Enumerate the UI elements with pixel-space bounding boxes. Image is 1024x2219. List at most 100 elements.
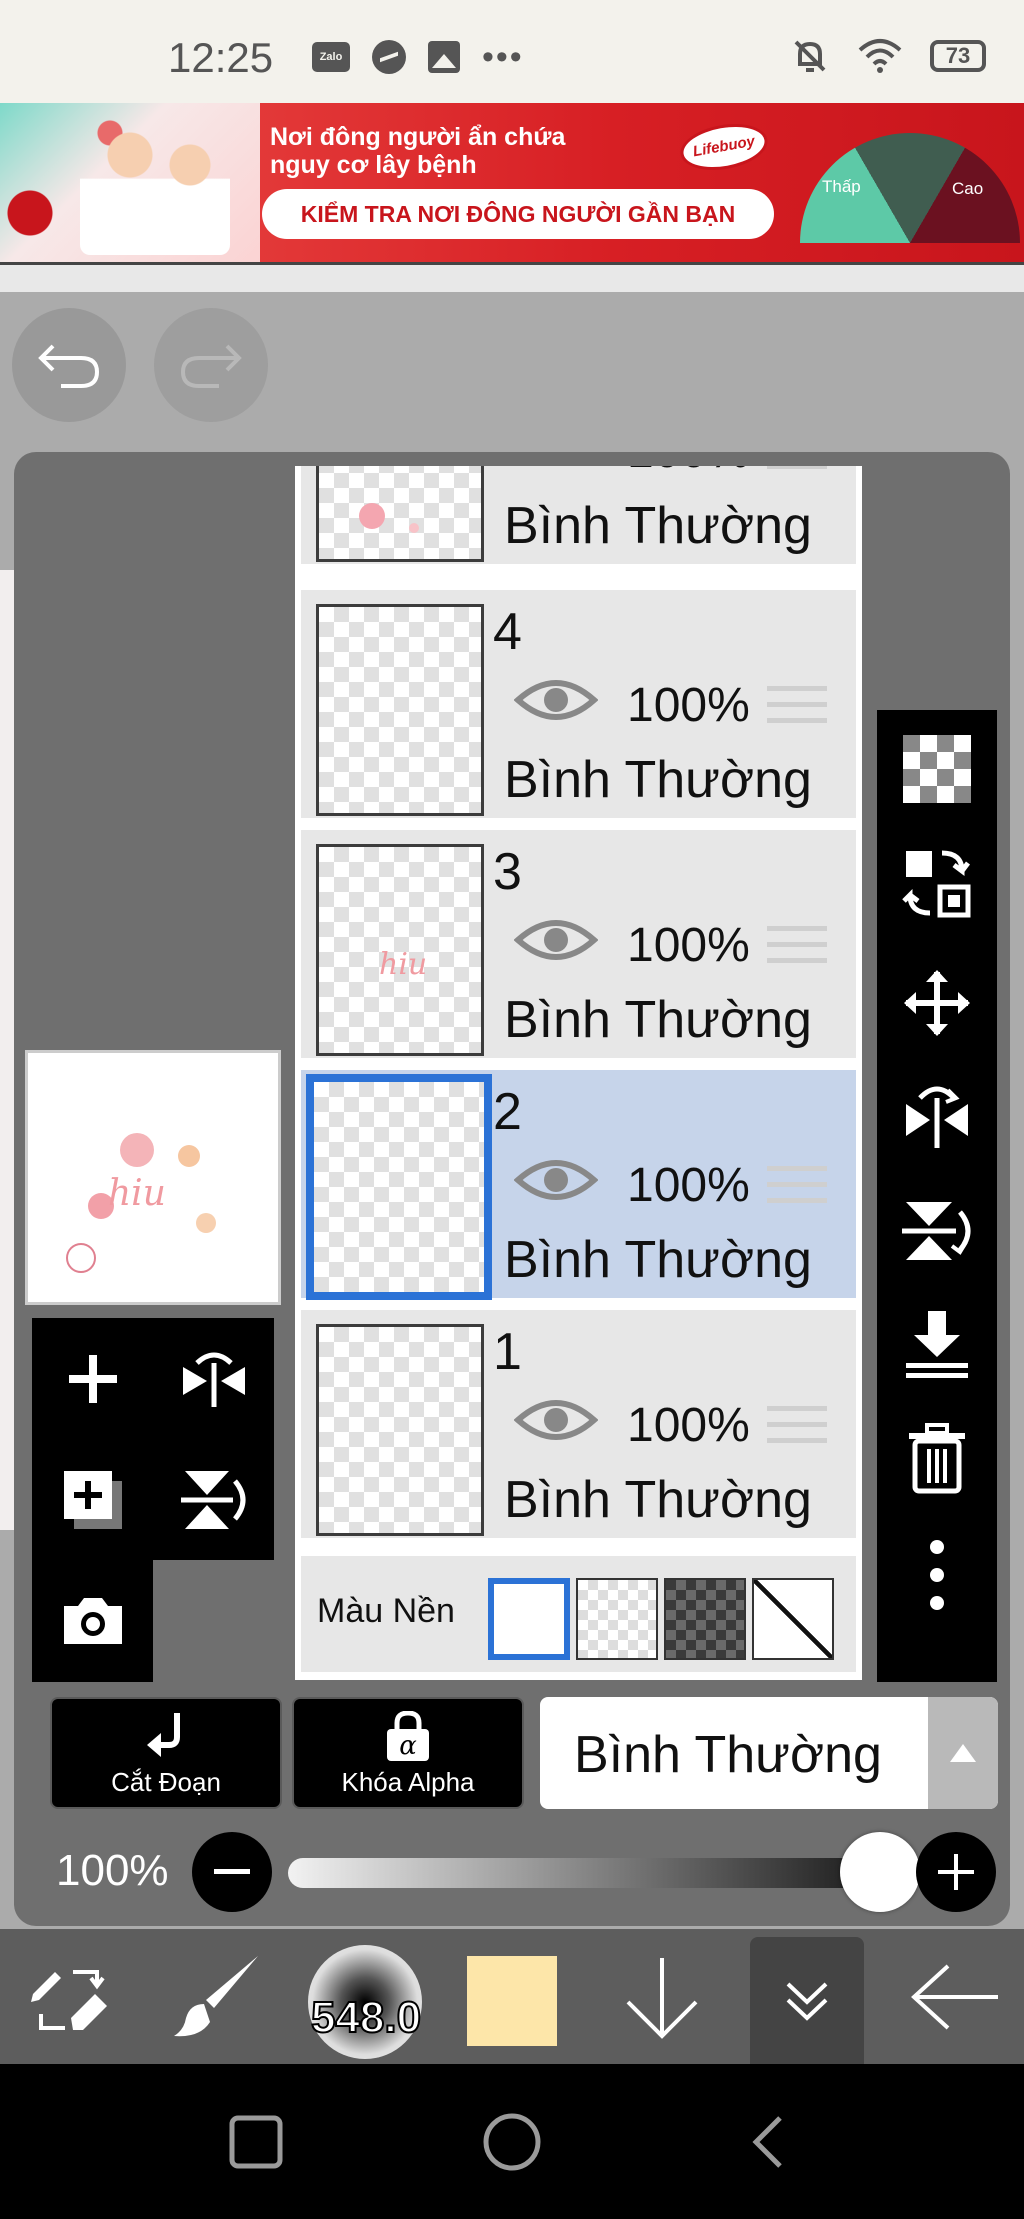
layer-row-1[interactable]: 1 100% Bình Thường <box>301 1310 856 1542</box>
flip-vertical-button[interactable] <box>877 1176 997 1286</box>
thumb-dot <box>359 503 385 529</box>
undo-icon <box>38 344 100 388</box>
swap-layer-button[interactable] <box>877 828 997 938</box>
drag-handle-icon[interactable] <box>767 1406 827 1454</box>
visibility-eye-icon[interactable] <box>514 1392 598 1448</box>
bg-dark-checker-option[interactable] <box>664 1578 746 1660</box>
ad-gauge <box>800 133 1020 262</box>
cut-button[interactable]: Cắt Đoạn <box>50 1697 282 1809</box>
move-button[interactable] <box>877 948 997 1058</box>
ad-gauge-low-label: Thấp <box>822 177 861 196</box>
layer-row-4[interactable]: 4 100% Bình Thường <box>301 590 856 822</box>
drag-handle-icon[interactable] <box>767 1166 827 1214</box>
visibility-eye-icon[interactable] <box>514 466 598 474</box>
merge-down-button[interactable] <box>877 1290 997 1400</box>
square-icon <box>229 2115 283 2169</box>
bg-transparent-option[interactable] <box>576 1578 658 1660</box>
clip-arrow-icon <box>147 1713 180 1757</box>
layer-actions-bar: Cắt Đoạn α Khóa Alpha Bình Thường <box>50 1697 998 1809</box>
bottom-toolbar: 548.0 <box>0 1929 1024 2064</box>
layer-blend-mode: Bình Thường <box>504 1231 812 1289</box>
layer-opacity: 100% <box>627 466 750 479</box>
layer-blend-mode: Bình Thường <box>504 991 812 1049</box>
ad-children-image <box>80 115 230 255</box>
layer-tools-toolbar <box>877 710 997 1682</box>
flip-vertical-icon <box>180 1470 245 1529</box>
plus-icon <box>938 1854 974 1890</box>
chevron-left-icon <box>752 2116 782 2168</box>
flip-horizontal-button[interactable] <box>877 1062 997 1172</box>
layer-blend-mode: Bình Thường <box>504 1471 812 1529</box>
trash-icon <box>909 1423 965 1494</box>
flip-layer-horizontal-button[interactable] <box>153 1318 274 1439</box>
ad-cta-button[interactable]: KIỂM TRA NƠI ĐÔNG NGƯỜI GẦN BẠN <box>262 189 774 239</box>
layer-thumbnail <box>316 604 484 816</box>
preview-dot <box>178 1145 200 1167</box>
undo-button[interactable] <box>12 308 126 422</box>
visibility-eye-icon[interactable] <box>514 912 598 968</box>
opacity-increase-button[interactable] <box>916 1832 996 1912</box>
camera-button[interactable] <box>32 1560 153 1682</box>
home-button[interactable] <box>474 2104 550 2180</box>
minus-icon <box>214 1869 250 1874</box>
brush-size-value: 548.0 <box>310 1992 422 2043</box>
bg-none-option[interactable] <box>752 1578 834 1660</box>
swap-layers-icon <box>902 850 971 918</box>
layers-list[interactable]: 100% Bình Thường 4 100% Bình Thường hiu … <box>295 466 862 1680</box>
delete-layer-button[interactable] <box>877 1404 997 1514</box>
more-dots-icon: ••• <box>482 38 524 76</box>
blend-mode-select[interactable]: Bình Thường <box>540 1697 998 1809</box>
drag-handle-icon[interactable] <box>767 466 827 480</box>
layer-thumbnail <box>316 466 484 562</box>
layer-row-3[interactable]: hiu 3 100% Bình Thường <box>301 830 856 1062</box>
messenger-icon <box>372 40 406 74</box>
duplicate-layer-button[interactable] <box>32 1439 153 1560</box>
opacity-slider-track[interactable] <box>288 1858 900 1888</box>
preview-stamp <box>66 1243 96 1273</box>
ad-banner[interactable]: Nơi đông người ẩn chứa nguy cơ lây bệnh … <box>0 103 1024 262</box>
blend-mode-dropdown-arrow[interactable] <box>928 1697 998 1809</box>
thumb-dot <box>409 523 419 533</box>
redo-button[interactable] <box>154 308 268 422</box>
cut-label: Cắt Đoạn <box>111 1767 221 1797</box>
ad-brand-logo: Lifebuoy <box>676 117 772 177</box>
thumbnail-art-text: hiu <box>379 947 428 982</box>
add-layer-button[interactable] <box>32 1318 153 1439</box>
opacity-slider-row: 100% <box>50 1826 998 1916</box>
bg-white-option[interactable] <box>488 1578 570 1660</box>
flip-layer-vertical-button[interactable] <box>153 1439 274 1560</box>
drag-handle-icon[interactable] <box>767 686 827 734</box>
visibility-eye-icon[interactable] <box>514 672 598 728</box>
more-options-button[interactable] <box>877 1520 997 1630</box>
flip-horizontal-icon <box>182 1352 245 1407</box>
preview-dot <box>120 1133 154 1167</box>
preview-dot <box>196 1213 216 1233</box>
layer-row[interactable]: 100% Bình Thường <box>301 466 856 568</box>
duplicate-layer-icon <box>63 1470 122 1529</box>
status-time: 12:25 <box>168 34 274 81</box>
mute-bell-icon <box>794 40 826 72</box>
recent-apps-button[interactable] <box>218 2104 294 2180</box>
redo-icon <box>180 344 242 388</box>
system-icons: 73 <box>790 36 986 76</box>
opacity-slider-thumb[interactable] <box>840 1832 920 1912</box>
layer-down-button[interactable] <box>612 1929 712 2064</box>
layer-row-2-selected[interactable]: 2 100% Bình Thường <box>301 1070 856 1302</box>
triangle-up-icon <box>950 1744 976 1762</box>
tool-switch-button[interactable] <box>20 1929 120 2064</box>
layers-toggle-button[interactable] <box>750 1937 864 2064</box>
layer-number: 4 <box>493 603 522 661</box>
transparency-checker-button[interactable] <box>877 714 997 824</box>
drag-handle-icon[interactable] <box>767 926 827 974</box>
alpha-lock-button[interactable]: α Khóa Alpha <box>292 1697 524 1809</box>
move-arrows-icon <box>904 970 970 1036</box>
color-picker-swatch[interactable] <box>467 1956 557 2046</box>
opacity-decrease-button[interactable] <box>192 1832 272 1912</box>
canvas-preview[interactable]: hiu <box>25 1050 281 1305</box>
visibility-eye-icon[interactable] <box>514 1152 598 1208</box>
left-layer-tools <box>32 1318 274 1682</box>
brush-tool-button[interactable] <box>165 1929 265 2064</box>
back-arrow-button[interactable] <box>900 1929 1010 2064</box>
system-back-button[interactable] <box>730 2104 806 2180</box>
arrow-down-icon <box>626 1957 698 2039</box>
